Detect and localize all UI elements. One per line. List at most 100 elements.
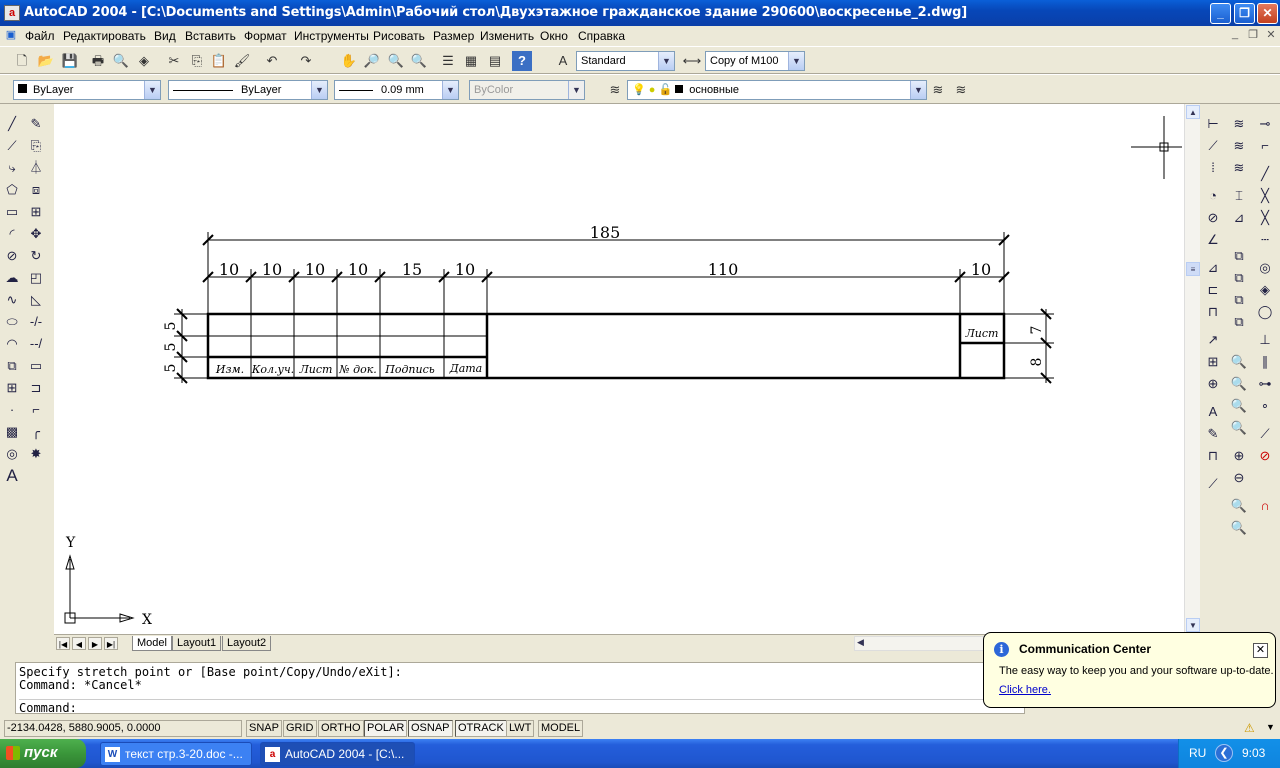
polar-toggle[interactable]: POLAR <box>364 720 408 737</box>
layer-tool-3-icon[interactable]: ≋ <box>1229 158 1249 178</box>
explode-icon[interactable]: ✸ <box>26 444 46 464</box>
chevron-down-icon[interactable]: ▼ <box>788 52 804 70</box>
mirror-icon[interactable]: ⏃ <box>26 158 46 178</box>
layer-select[interactable]: 💡 ● 🔓 основные ▼ <box>627 80 927 100</box>
menu-modify[interactable]: Изменить <box>480 29 534 43</box>
scroll-down-icon[interactable]: ▼ <box>1186 618 1200 632</box>
chevron-down-icon[interactable]: ▼ <box>658 52 674 70</box>
lineweight-select[interactable]: 0.09 mm ▼ <box>334 80 459 100</box>
tab-layout2[interactable]: Layout2 <box>222 636 272 651</box>
doc-close-icon[interactable]: ✕ <box>1264 28 1278 42</box>
dim-update-icon[interactable]: ⊓ <box>1203 446 1223 466</box>
join-icon[interactable]: ⊐ <box>26 378 46 398</box>
quick-dim-icon[interactable]: ⊿ <box>1203 258 1223 278</box>
pan-icon[interactable]: ✋ <box>339 51 359 71</box>
copy-icon[interactable]: ⎘ <box>187 51 207 71</box>
command-window[interactable]: Specify stretch point or [Base point/Cop… <box>15 662 1025 715</box>
zoom-4-icon[interactable]: 🔍 <box>1229 418 1249 438</box>
balloon-close-icon[interactable]: ✕ <box>1253 643 1268 658</box>
diameter-dim-icon[interactable]: ⊘ <box>1203 208 1223 228</box>
lightbulb-icon[interactable]: 💡 <box>632 84 646 96</box>
rotate-icon[interactable]: ↻ <box>26 246 46 266</box>
snap-toggle[interactable]: SNAP <box>246 720 282 737</box>
extend-icon[interactable]: --/ <box>26 334 46 354</box>
lwt-toggle[interactable]: LWT <box>506 720 535 737</box>
snap-apparent-icon[interactable]: ╳ <box>1255 208 1275 228</box>
point-icon[interactable]: · <box>2 400 22 420</box>
zoom-extents-icon[interactable]: 🔍 <box>1229 518 1249 538</box>
dim-style-select[interactable]: Copy of M100 ▼ <box>705 51 805 71</box>
tab-model[interactable]: Model <box>132 636 172 651</box>
grid-toggle[interactable]: GRID <box>283 720 317 737</box>
dim-text-edit-icon[interactable]: ✎ <box>1203 424 1223 444</box>
text-style-select[interactable]: Standard ▼ <box>576 51 675 71</box>
rectangle-icon[interactable]: ▭ <box>2 202 22 222</box>
doc-minimize-icon[interactable]: _ <box>1228 28 1242 42</box>
layer-previous-icon[interactable]: ≋ <box>951 80 971 100</box>
snap-none-icon[interactable]: ⊘ <box>1255 446 1275 466</box>
scale-icon[interactable]: ◰ <box>26 268 46 288</box>
properties-icon[interactable]: ☰ <box>438 51 458 71</box>
dim-style-icon[interactable]: ⟷ <box>682 51 702 71</box>
spline-icon[interactable]: ∿ <box>2 290 22 310</box>
task-word-document[interactable]: Wтекст стр.3-20.doc -... <box>100 742 252 766</box>
scroll-thumb[interactable]: ≡ <box>1186 262 1200 276</box>
menu-file[interactable]: Файл <box>25 29 55 43</box>
snap-midpoint-icon[interactable]: ╱ <box>1255 164 1275 184</box>
otrack-toggle[interactable]: OTRACK <box>455 720 507 737</box>
last-tab-icon[interactable]: ▶| <box>104 637 118 650</box>
doc-restore-icon[interactable]: ❐ <box>1246 28 1260 42</box>
circle-icon[interactable]: ⊘ <box>2 246 22 266</box>
autocad-app-icon[interactable]: a <box>4 5 20 21</box>
tray-arrow-icon[interactable]: ❮ <box>1215 744 1233 762</box>
print-icon[interactable]: 🖶 <box>88 51 108 71</box>
new-icon[interactable]: 🗋 <box>12 51 32 71</box>
break-icon[interactable]: ▭ <box>26 356 46 376</box>
menu-dimension[interactable]: Размер <box>433 29 474 43</box>
linetype-select[interactable]: ByLayer ▼ <box>168 80 328 100</box>
cut-icon[interactable]: ✂ <box>164 51 184 71</box>
snap-center-icon[interactable]: ◎ <box>1255 258 1275 278</box>
linear-dim-icon[interactable]: ⊢ <box>1203 114 1223 134</box>
trim-icon[interactable]: -/- <box>26 312 46 332</box>
layer-tool-icon[interactable]: ≋ <box>1229 114 1249 134</box>
snap-tangent-icon[interactable]: ◯ <box>1255 302 1275 322</box>
ellipse-arc-icon[interactable]: ◠ <box>2 334 22 354</box>
center-mark-icon[interactable]: ⊕ <box>1203 374 1223 394</box>
ref-icon[interactable]: ⧉ <box>1229 246 1249 266</box>
ref-4-icon[interactable]: ⧉ <box>1229 312 1249 332</box>
radius-dim-icon[interactable]: ◔ <box>1203 186 1223 206</box>
zoom-out-icon[interactable]: ⊖ <box>1229 468 1249 488</box>
start-button[interactable]: пуск <box>0 739 86 768</box>
ordinate-dim-icon[interactable]: ⁞ <box>1203 158 1223 178</box>
open-icon[interactable]: 📂 <box>36 51 56 71</box>
task-autocad[interactable]: a AutoCAD 2004 - [C:\... <box>260 742 415 766</box>
scroll-up-icon[interactable]: ▲ <box>1186 105 1200 119</box>
aligned-dim-icon[interactable]: ⟋ <box>1203 136 1223 156</box>
tab-layout1[interactable]: Layout1 <box>172 636 222 651</box>
tolerance-icon[interactable]: ⊞ <box>1203 352 1223 372</box>
snap-parallel-icon[interactable]: ∥ <box>1255 352 1275 372</box>
design-center-icon[interactable]: ▦ <box>461 51 481 71</box>
osnap-toggle[interactable]: OSNAP <box>408 720 453 737</box>
maximize-button[interactable]: ❐ <box>1234 3 1255 24</box>
coordinates-display[interactable]: -2134.0428, 5880.9005, 0.0000 <box>4 720 242 737</box>
menu-draw[interactable]: Рисовать <box>373 29 425 43</box>
zoom-previous-icon[interactable]: 🔍 <box>409 51 429 71</box>
document-icon[interactable]: ▣ <box>4 28 18 42</box>
distance-icon[interactable]: ⌶ <box>1229 186 1249 206</box>
osnap-settings-icon[interactable]: ∩ <box>1255 496 1275 516</box>
redo-icon[interactable]: ↷ <box>296 51 316 71</box>
close-button[interactable]: ✕ <box>1257 3 1278 24</box>
zoom-icon[interactable]: 🔍 <box>1229 352 1249 372</box>
undo-icon[interactable]: ↶ <box>262 51 282 71</box>
zoom-all-icon[interactable]: 🔍 <box>1229 496 1249 516</box>
save-icon[interactable]: 💾 <box>60 51 80 71</box>
menu-edit[interactable]: Редактировать <box>63 29 146 43</box>
match-properties-icon[interactable]: 🖌 <box>232 51 252 71</box>
menu-view[interactable]: Вид <box>154 29 176 43</box>
command-prompt[interactable]: Command: <box>19 699 1019 715</box>
ref-3-icon[interactable]: ⧉ <box>1229 290 1249 310</box>
help-icon[interactable]: ? <box>512 51 532 71</box>
array-icon[interactable]: ⊞ <box>26 202 46 222</box>
